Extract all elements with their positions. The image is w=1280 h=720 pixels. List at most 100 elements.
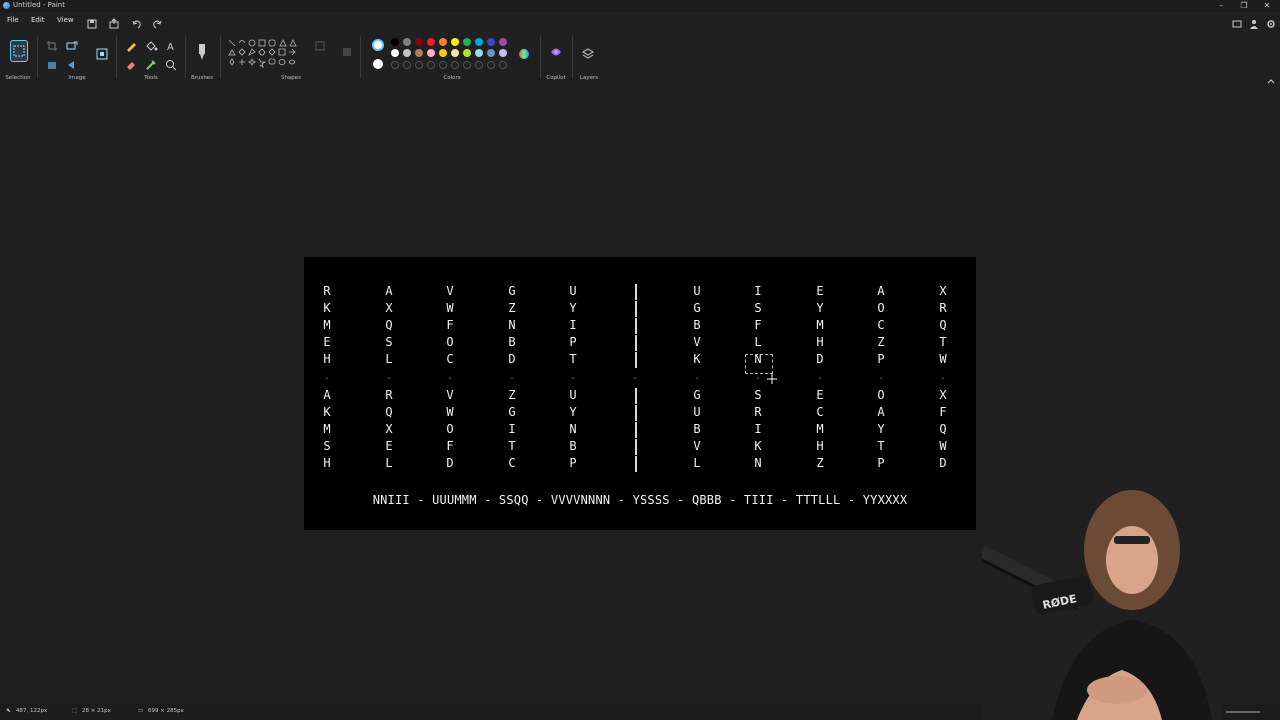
grid-letter-top-left: E <box>323 335 331 349</box>
grid-letter-top-right: R <box>939 301 947 315</box>
save-icon[interactable] <box>86 15 98 29</box>
grid-letter-bottom-right: A <box>877 405 885 419</box>
primary-color-swatch[interactable] <box>372 39 384 51</box>
grid-letter-bottom-left: A <box>323 388 331 402</box>
custom-color-slot[interactable] <box>403 61 411 69</box>
selection-tool-icon[interactable] <box>10 40 28 62</box>
custom-color-slot[interactable] <box>499 61 507 69</box>
zoom-slider[interactable] <box>1226 711 1260 713</box>
grid-letter-top-left: O <box>446 335 454 349</box>
color-swatch[interactable] <box>427 49 435 57</box>
color-swatch[interactable] <box>415 38 423 46</box>
grid-letter-bottom-right: S <box>754 388 762 402</box>
secondary-color-swatch[interactable] <box>373 59 383 69</box>
color-swatch[interactable] <box>463 49 471 57</box>
custom-color-slot[interactable] <box>463 61 471 69</box>
row-divider-dash: - <box>324 373 331 384</box>
image-select-icon[interactable] <box>95 46 109 60</box>
custom-color-slot[interactable] <box>439 61 447 69</box>
custom-color-slot[interactable] <box>451 61 459 69</box>
menu-edit[interactable]: Edit <box>31 16 45 24</box>
custom-color-slot[interactable] <box>391 61 399 69</box>
color-swatch[interactable] <box>487 49 495 57</box>
grid-letter-bottom-right: Q <box>939 422 947 436</box>
grid-letter-bottom-right: V <box>693 439 701 453</box>
grid-letter-top-right: D <box>816 352 824 366</box>
color-swatch[interactable] <box>487 38 495 46</box>
notification-icon[interactable] <box>1231 15 1243 28</box>
maximize-button[interactable]: ❐ <box>1233 0 1255 12</box>
copilot-icon[interactable] <box>549 44 563 58</box>
color-swatch[interactable] <box>439 38 447 46</box>
group-label-copilot: Copilot <box>546 75 566 81</box>
close-button[interactable]: ✕ <box>1256 0 1278 12</box>
grid-letter-bottom-right: B <box>693 422 701 436</box>
share-icon[interactable] <box>108 15 120 29</box>
color-swatch[interactable] <box>451 49 459 57</box>
text-tool-icon[interactable]: A <box>164 38 178 53</box>
brush-icon[interactable] <box>195 42 209 62</box>
column-divider-bar <box>635 284 637 300</box>
grid-letter-bottom-right: X <box>939 388 947 402</box>
column-divider-bar <box>635 439 637 455</box>
menu-file[interactable]: File <box>7 16 19 24</box>
custom-color-slot[interactable] <box>487 61 495 69</box>
color-swatch[interactable] <box>391 49 399 57</box>
column-divider-bar <box>635 405 637 421</box>
canvas-size-icon: ▭ <box>138 708 144 714</box>
redo-icon[interactable] <box>151 15 163 29</box>
row-divider-dash: - <box>447 373 454 384</box>
grid-letter-bottom-right: N <box>754 456 762 470</box>
edit-colors-icon[interactable] <box>517 46 531 60</box>
color-swatch[interactable] <box>499 38 507 46</box>
color-swatch[interactable] <box>463 38 471 46</box>
shape-outline-icon[interactable] <box>313 38 327 52</box>
grid-letter-bottom-left: X <box>385 422 393 436</box>
color-swatch[interactable] <box>391 38 399 46</box>
magnifier-icon[interactable] <box>164 57 178 71</box>
custom-color-slot[interactable] <box>427 61 435 69</box>
fill-bucket-icon[interactable] <box>144 38 158 52</box>
color-swatch[interactable] <box>415 49 423 57</box>
custom-color-slot[interactable] <box>475 61 483 69</box>
grid-letter-top-right: V <box>693 335 701 349</box>
custom-color-slot[interactable] <box>415 61 423 69</box>
menu-view[interactable]: View <box>57 16 74 24</box>
color-picker-icon[interactable] <box>144 57 158 71</box>
grid-letter-bottom-right: T <box>877 439 885 453</box>
color-swatch[interactable] <box>439 49 447 57</box>
grid-letter-bottom-left: G <box>508 405 516 419</box>
color-swatch[interactable] <box>475 49 483 57</box>
account-icon[interactable] <box>1248 15 1260 29</box>
paint-canvas[interactable]: RAVGUKXWZYMQFNIESOBPHLCDTUIEAXGSYORBFMCQ… <box>304 257 976 530</box>
color-swatch[interactable] <box>403 38 411 46</box>
rotate-icon[interactable] <box>45 57 59 71</box>
collapse-ribbon-chevron-icon[interactable] <box>1266 72 1276 84</box>
shape-fill-icon[interactable] <box>340 44 354 58</box>
grid-letter-top-right: L <box>754 335 762 349</box>
undo-icon[interactable] <box>131 15 143 29</box>
pencil-icon[interactable] <box>124 38 138 52</box>
color-swatch[interactable] <box>499 49 507 57</box>
eraser-icon[interactable] <box>124 57 138 71</box>
color-swatch[interactable] <box>403 49 411 57</box>
color-swatch[interactable] <box>475 38 483 46</box>
color-swatch[interactable] <box>427 38 435 46</box>
grid-letter-top-left: T <box>569 352 577 366</box>
grid-letter-bottom-left: H <box>323 456 331 470</box>
grid-letter-bottom-left: F <box>446 439 454 453</box>
color-swatch[interactable] <box>451 38 459 46</box>
flip-icon[interactable] <box>65 57 79 71</box>
grid-letter-bottom-left: B <box>569 439 577 453</box>
grid-letter-bottom-left: L <box>385 456 393 470</box>
crop-icon[interactable] <box>45 38 59 52</box>
grid-letter-bottom-right: U <box>693 405 701 419</box>
minimize-button[interactable]: – <box>1210 0 1232 12</box>
resize-icon[interactable] <box>65 38 79 52</box>
grid-letter-top-right: U <box>693 284 701 298</box>
group-label-image: Image <box>68 75 86 81</box>
settings-gear-icon[interactable] <box>1265 15 1277 28</box>
shapes-gallery[interactable] <box>227 38 305 72</box>
layers-icon[interactable] <box>581 46 595 60</box>
grid-letter-bottom-left: V <box>446 388 454 402</box>
